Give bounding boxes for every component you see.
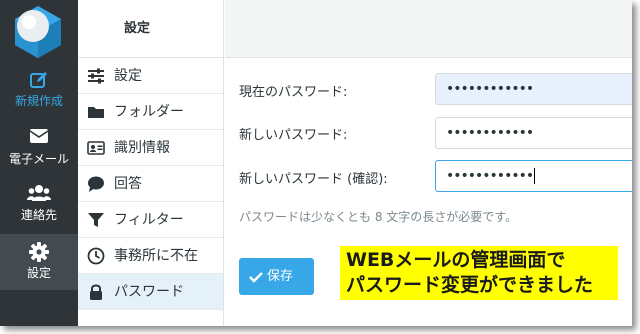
pencil-square-icon [30, 72, 47, 88]
taskbar-mail[interactable]: 電子メール [0, 124, 78, 180]
confirm-password-field[interactable]: •••••••••••• [435, 160, 632, 192]
annotation-line-2: パスワード変更ができました [346, 274, 594, 296]
menu-item-label: 設定 [114, 68, 142, 84]
menu-item-out-of-office[interactable]: 事務所に不在 [78, 238, 223, 274]
id-card-icon [87, 141, 105, 155]
menu-item-filters[interactable]: フィルター [78, 202, 223, 238]
new-password-field[interactable]: •••••••••••• [435, 117, 632, 149]
password-hint: パスワードは少なくとも 8 文字の長さが必要です。 [239, 210, 518, 224]
confirm-password-label: 新しいパスワード (確認): [239, 172, 388, 187]
text-caret [534, 168, 536, 184]
current-password-field[interactable]: •••••••••••• [435, 73, 632, 105]
filter-icon [88, 213, 104, 227]
confirm-password-value: •••••••••••• [446, 168, 534, 184]
speech-bubble-icon [88, 176, 104, 192]
menu-header: 設定 [78, 0, 223, 58]
users-icon [27, 185, 51, 201]
taskbar-settings-label: 設定 [26, 266, 51, 280]
envelope-icon [29, 129, 49, 143]
save-button-label: 保存 [267, 269, 294, 284]
taskbar-contacts[interactable]: 連絡先 [0, 180, 78, 236]
menu-item-label: 事務所に不在 [114, 248, 198, 264]
menu-item-label: フィルター [114, 212, 184, 228]
taskbar-settings[interactable]: 設定 [0, 234, 78, 290]
content-header [225, 0, 632, 58]
menu-item-label: 回答 [114, 176, 142, 192]
menu-item-label: パスワード [114, 284, 184, 300]
menu-item-preferences[interactable]: 設定 [78, 58, 223, 94]
sliders-icon [88, 68, 104, 84]
gear-icon [29, 242, 49, 262]
taskbar-compose[interactable]: 新規作成 [0, 62, 78, 118]
menu-item-responses[interactable]: 回答 [78, 166, 223, 202]
menu-item-identities[interactable]: 識別情報 [78, 130, 223, 166]
taskbar-compose-label: 新規作成 [14, 94, 63, 108]
taskbar-contacts-label: 連絡先 [20, 208, 57, 222]
current-password-label: 現在のパスワード: [239, 85, 348, 100]
folder-icon [88, 107, 104, 118]
menu-item-password[interactable]: パスワード [78, 274, 223, 310]
menu-item-folders[interactable]: フォルダー [78, 94, 223, 130]
annotation-note: WEBメールの管理画面で パスワード変更ができました [340, 246, 618, 300]
new-password-label: 新しいパスワード: [239, 128, 348, 143]
check-icon [249, 271, 263, 283]
settings-menu: 設定 設定 フォルダー 識別情報 回答 フィルター 事務所に不在 パスワード [78, 0, 224, 326]
app-logo[interactable] [11, 4, 65, 60]
menu-item-label: フォルダー [114, 104, 184, 120]
logo-cube-icon [15, 6, 61, 58]
lock-icon [90, 284, 102, 300]
clock-icon [87, 247, 105, 265]
save-button[interactable]: 保存 [239, 258, 314, 295]
annotation-line-1: WEBメールの管理画面で [346, 249, 566, 271]
menu-item-label: 識別情報 [114, 140, 170, 156]
app-window: 新規作成 電子メール 連絡先 設定 設定 設定 フォルダー 識別情報 回答 フィ… [0, 0, 632, 326]
taskbar: 新規作成 電子メール 連絡先 設定 [0, 0, 78, 326]
taskbar-mail-label: 電子メール [8, 152, 69, 166]
